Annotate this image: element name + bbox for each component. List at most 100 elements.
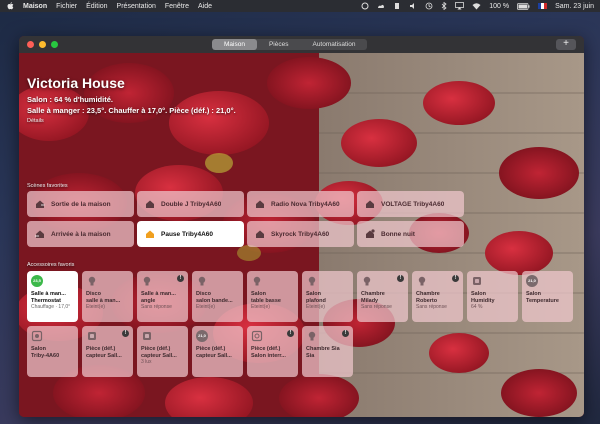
scenes-section-label: Scènes favorites — [27, 183, 68, 189]
accessory-name: Triby-4A60 — [31, 352, 60, 359]
accessory-status: Sans réponse — [141, 304, 172, 310]
scene-label: Radio Nova Triby4A60 — [271, 200, 340, 208]
minimize-button[interactable] — [39, 41, 46, 48]
bulb-icon — [363, 276, 371, 286]
scene-double-j[interactable]: Double J Triby4A60 — [137, 191, 244, 217]
accessory-chambre-milady[interactable]: ! Chambre Milady Sans réponse — [357, 271, 408, 322]
accessories-section-label: Accessoires favoris — [27, 262, 75, 268]
scene-pause[interactable]: Pause Triby4A60 — [137, 221, 244, 247]
accessory-disco-salle[interactable]: Disco salle à man... Éteint(e) — [82, 271, 133, 322]
scene-sortie[interactable]: Sortie de la maison — [27, 191, 134, 217]
temperature-badge: 21,0 — [196, 330, 208, 342]
accessory-salon-interrupteur[interactable]: ! Pièce (déf.) Salon interr... — [247, 326, 298, 377]
menu-aide[interactable]: Aide — [198, 3, 212, 10]
bulb-icon — [418, 276, 426, 286]
time-machine-icon[interactable] — [425, 2, 433, 10]
accessory-salon-triby[interactable]: Salon Triby-4A60 — [27, 326, 78, 377]
accessory-name: Salon interr... — [251, 352, 286, 359]
temperature-badge: 21,0 — [526, 275, 538, 287]
accessory-salle-angle[interactable]: ! Salle à man... angle Sans réponse — [137, 271, 188, 322]
alert-icon: ! — [122, 330, 129, 337]
alert-icon: ! — [452, 275, 459, 282]
accessory-chambre-sia[interactable]: ! Chambre Sia Sia — [302, 326, 353, 377]
apple-icon[interactable] — [6, 2, 15, 11]
evernote-icon[interactable] — [393, 2, 401, 10]
accessory-status: Éteint(e) — [196, 304, 215, 310]
accessory-salon-table-basse[interactable]: Salon table basse Éteint(e) — [247, 271, 298, 322]
accessory-name: capteur Sall... — [86, 352, 122, 359]
menu-extras: 100 % Sam. 23 juin — [361, 2, 594, 10]
accessory-salon-temperature[interactable]: 21,0 Salon Temperature — [522, 271, 573, 322]
weather-icon[interactable] — [377, 2, 385, 10]
bluetooth-icon[interactable] — [441, 2, 447, 10]
menu-edition[interactable]: Édition — [86, 3, 107, 10]
menu-app-name[interactable]: Maison — [23, 3, 47, 10]
house-icon — [145, 229, 155, 239]
title-bar: Maison Pièces Automatisation + — [19, 36, 584, 53]
home-title[interactable]: Victoria House — [27, 75, 125, 91]
accessory-name: Temperature — [526, 297, 559, 304]
alert-icon: ! — [287, 330, 294, 337]
accessory-status: Sans réponse — [416, 304, 447, 310]
accessory-disco-salon[interactable]: Disco salon bande... Éteint(e) — [192, 271, 243, 322]
scene-radio-nova[interactable]: Radio Nova Triby4A60 — [247, 191, 354, 217]
bulb-icon — [308, 331, 316, 341]
battery-icon[interactable] — [517, 2, 530, 10]
accessory-chambre-roberto[interactable]: ! Chambre Roberto Sans réponse — [412, 271, 463, 322]
scene-label: Skyrock Triby4A60 — [271, 230, 330, 238]
battery-percent[interactable]: 100 % — [489, 3, 509, 10]
accessory-salon-humidity[interactable]: Salon Humidity 64 % — [467, 271, 518, 322]
tab-automatisation[interactable]: Automatisation — [300, 39, 367, 50]
sensor-icon — [88, 332, 96, 340]
add-button[interactable]: + — [556, 39, 576, 50]
scene-label: VOLTAGE Triby4A60 — [381, 200, 445, 208]
scene-label: Double J Triby4A60 — [161, 200, 222, 208]
airplay-icon[interactable] — [455, 2, 465, 10]
bulb-icon — [308, 276, 316, 286]
scene-arrivee[interactable]: Arrivée à la maison — [27, 221, 134, 247]
menu-fenetre[interactable]: Fenêtre — [165, 3, 189, 10]
details-link[interactable]: Détails — [27, 118, 44, 124]
close-button[interactable] — [27, 41, 34, 48]
accessory-salon-plafond[interactable]: Salon plafond Éteint(e) — [302, 271, 353, 322]
thermostat-badge: 23,5 — [31, 275, 43, 287]
accessory-thermostat-salle-a-manger[interactable]: 23,5 Salle à man... Thermostat Chauffage… — [27, 271, 78, 322]
menu-fichier[interactable]: Fichier — [56, 3, 77, 10]
status-temperatures: Salle à manger : 23,5°. Chauffer à 17,0°… — [27, 106, 236, 115]
house-icon — [255, 199, 265, 209]
accessory-status: 64 % — [471, 304, 483, 310]
spotlight-magnet-icon[interactable] — [361, 2, 369, 10]
tab-pieces[interactable]: Pièces — [257, 39, 301, 50]
tab-maison[interactable]: Maison — [212, 39, 257, 50]
accessory-status: Éteint(e) — [306, 304, 325, 310]
alert-icon: ! — [397, 275, 404, 282]
volume-icon[interactable] — [409, 2, 417, 10]
house-icon — [145, 199, 155, 209]
scene-skyrock[interactable]: Skyrock Triby4A60 — [247, 221, 354, 247]
sensor-icon — [143, 332, 151, 340]
house-icon — [365, 199, 375, 209]
scene-voltage[interactable]: VOLTAGE Triby4A60 — [357, 191, 464, 217]
zoom-button[interactable] — [51, 41, 58, 48]
moon-house-icon — [365, 229, 375, 239]
scene-bonne-nuit[interactable]: Bonne nuit — [357, 221, 464, 247]
alert-icon: ! — [342, 330, 349, 337]
wifi-icon[interactable] — [472, 2, 481, 10]
menu-bar: Maison Fichier Édition Présentation Fenê… — [0, 0, 600, 12]
menu-presentation[interactable]: Présentation — [117, 3, 156, 10]
house-arrive-icon — [35, 229, 45, 239]
bulb-icon — [143, 276, 151, 286]
home-window: Maison Pièces Automatisation + Victoria … — [19, 36, 584, 417]
flag-fr-icon[interactable] — [538, 3, 548, 9]
accessory-piece-capteur-1[interactable]: ! Pièce (déf.) capteur Sall... — [82, 326, 133, 377]
accessory-piece-capteur-3[interactable]: 21,0 Pièce (déf.) capteur Sall... — [192, 326, 243, 377]
switch-icon — [251, 330, 263, 342]
bulb-icon — [253, 276, 261, 286]
accessory-piece-capteur-2[interactable]: Pièce (déf.) capteur Sall... 3 lux — [137, 326, 188, 377]
accessory-status: Sans réponse — [361, 304, 392, 310]
clock[interactable]: Sam. 23 juin — [555, 3, 594, 10]
accessory-name: Sia — [306, 352, 315, 359]
scene-label: Bonne nuit — [381, 230, 415, 238]
bulb-icon — [88, 276, 96, 286]
home-content: Victoria House Salon : 64 % d'humidité. … — [19, 53, 584, 417]
